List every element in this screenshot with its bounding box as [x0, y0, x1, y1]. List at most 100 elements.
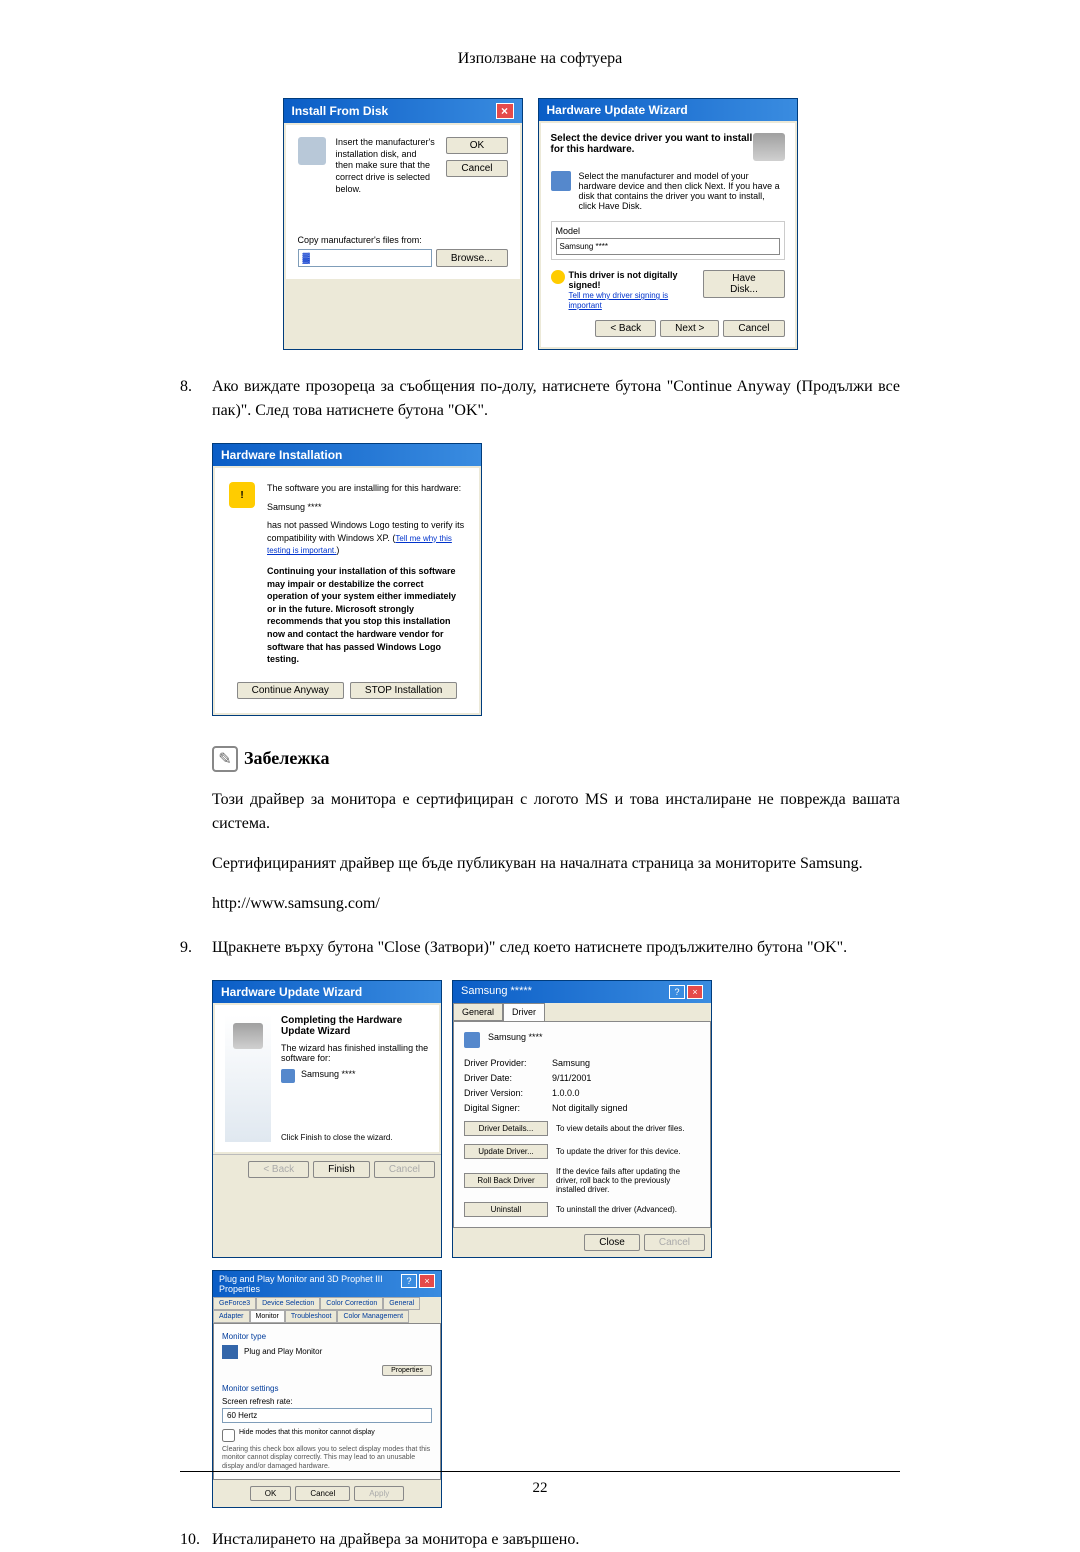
hide-modes-label: Hide modes that this monitor cannot disp…: [239, 1429, 375, 1442]
help-icon[interactable]: ?: [669, 985, 685, 999]
refresh-rate-label: Screen refresh rate:: [222, 1397, 432, 1406]
dialog-titlebar: Hardware Update Wizard: [213, 981, 441, 1003]
back-button[interactable]: < Back: [595, 320, 656, 337]
note-paragraph-1: Този драйвер за монитора е сертифициран …: [212, 788, 900, 836]
monitor-settings-label: Monitor settings: [222, 1384, 432, 1393]
dialog-row-1: Install From Disk × Insert the manufactu…: [180, 98, 900, 350]
device-name: Samsung ****: [488, 1032, 543, 1048]
cancel-button: Cancel: [374, 1161, 435, 1178]
close-button[interactable]: Close: [584, 1234, 640, 1251]
help-icon[interactable]: ?: [401, 1274, 417, 1288]
dialog-row-2: Hardware Update Wizard Completing the Ha…: [212, 980, 900, 1258]
stop-installation-button[interactable]: STOP Installation: [350, 682, 457, 699]
step-text: Щракнете върху бутона "Close (Затвори)" …: [212, 936, 900, 960]
update-driver-button[interactable]: Update Driver...: [464, 1144, 548, 1159]
device-icon: [281, 1069, 295, 1083]
wizard-graphic: [225, 1015, 271, 1142]
install-from-disk-dialog: Install From Disk × Insert the manufactu…: [283, 98, 523, 350]
dialog-title-text: Hardware Update Wizard: [547, 103, 688, 117]
step-number: 9.: [180, 936, 200, 960]
refresh-rate-select[interactable]: 60 Hertz: [222, 1408, 432, 1423]
tab-adapter[interactable]: Adapter: [213, 1310, 250, 1323]
dialog-title-text: Hardware Installation: [221, 448, 342, 462]
tab-color-management[interactable]: Color Management: [337, 1310, 409, 1323]
tell-me-link[interactable]: Tell me why driver signing is important: [569, 291, 669, 310]
click-finish-text: Click Finish to close the wizard.: [281, 1133, 429, 1142]
tab-general[interactable]: General: [383, 1297, 420, 1310]
hardware-update-wizard-dialog: Hardware Update Wizard Select the device…: [538, 98, 798, 350]
close-icon[interactable]: ×: [687, 985, 703, 999]
device-icon: [551, 171, 571, 191]
driver-details-button[interactable]: Driver Details...: [464, 1121, 548, 1136]
step-number: 8.: [180, 375, 200, 423]
uninstall-button[interactable]: Uninstall: [464, 1202, 548, 1217]
back-button: < Back: [248, 1161, 309, 1178]
page-header: Използване на софтуера: [180, 50, 900, 68]
model-label: Model: [556, 226, 780, 236]
note-paragraph-2: Сертифицираният драйвер ще бъде публикув…: [212, 852, 900, 876]
cancel-button[interactable]: Cancel: [446, 160, 507, 177]
tab-monitor[interactable]: Monitor: [250, 1310, 285, 1323]
warning-icon: [551, 270, 565, 284]
dialog-titlebar: Hardware Installation: [213, 444, 481, 466]
disk-icon: [298, 137, 326, 165]
ok-button[interactable]: OK: [446, 137, 507, 154]
provider-label: Driver Provider:: [464, 1058, 544, 1068]
continue-anyway-button[interactable]: Continue Anyway: [237, 682, 344, 699]
page-number: 22: [0, 1480, 1080, 1497]
device-name: Samsung ****: [267, 501, 465, 514]
date-value: 9/11/2001: [552, 1073, 591, 1083]
provider-value: Samsung: [552, 1058, 590, 1068]
warning-text: Continuing your installation of this sof…: [267, 565, 465, 666]
device-name: Samsung ****: [301, 1069, 356, 1083]
step-9: 9. Щракнете върху бутона "Close (Затвори…: [180, 936, 900, 960]
finish-button[interactable]: Finish: [313, 1161, 370, 1178]
next-button[interactable]: Next >: [660, 320, 719, 337]
installing-text: The software you are installing for this…: [267, 482, 465, 495]
rollback-driver-button[interactable]: Roll Back Driver: [464, 1173, 548, 1188]
dialog-titlebar: Plug and Play Monitor and 3D Prophet III…: [213, 1271, 441, 1297]
dialog-titlebar: Install From Disk ×: [284, 99, 522, 123]
copy-from-label: Copy manufacturer's files from:: [298, 235, 508, 245]
date-label: Driver Date:: [464, 1073, 544, 1083]
page-footer: 22: [0, 1471, 1080, 1497]
hide-modes-checkbox[interactable]: [222, 1429, 235, 1442]
step-10: 10. Инсталирането на драйвера за монитор…: [180, 1528, 900, 1552]
exclamation-icon: !: [229, 482, 255, 508]
tab-general[interactable]: General: [453, 1003, 503, 1021]
dialog-title-text: Plug and Play Monitor and 3D Prophet III…: [219, 1274, 401, 1294]
dialog-title-text: Samsung *****: [461, 985, 532, 999]
properties-button[interactable]: Properties: [382, 1365, 432, 1376]
hide-modes-note: Clearing this check box allows you to se…: [222, 1446, 432, 1471]
have-disk-button[interactable]: Have Disk...: [703, 270, 784, 298]
update-desc: To update the driver for this device.: [556, 1147, 700, 1156]
details-desc: To view details about the driver files.: [556, 1124, 700, 1133]
dialog-title-text: Install From Disk: [292, 104, 389, 118]
note-section: ✎ Забележка Този драйвер за монитора е с…: [212, 746, 900, 916]
not-signed-text: This driver is not digitally signed!: [569, 270, 678, 290]
note-icon: ✎: [212, 746, 238, 772]
dialog-title-text: Hardware Update Wizard: [221, 985, 362, 999]
tab-driver[interactable]: Driver: [503, 1003, 545, 1021]
step-8: 8. Ако виждате прозореца за съобщения по…: [180, 375, 900, 423]
tab-color-correction[interactable]: Color Correction: [320, 1297, 383, 1310]
step-number: 10.: [180, 1528, 200, 1552]
browse-button[interactable]: Browse...: [436, 249, 508, 267]
close-icon[interactable]: ×: [419, 1274, 435, 1288]
model-list[interactable]: Samsung ****: [556, 238, 780, 255]
dialog-titlebar: Hardware Update Wizard: [539, 99, 797, 121]
monitor-icon: [222, 1345, 238, 1359]
tab-device-selection[interactable]: Device Selection: [256, 1297, 320, 1310]
tab-geforce[interactable]: GeForce3: [213, 1297, 256, 1310]
close-icon[interactable]: ×: [496, 103, 514, 119]
signer-label: Digital Signer:: [464, 1103, 544, 1113]
complete-heading: Completing the Hardware Update Wizard: [281, 1015, 402, 1037]
signer-value: Not digitally signed: [552, 1103, 628, 1113]
cancel-button: Cancel: [644, 1234, 705, 1251]
hardware-installation-dialog: Hardware Installation ! The software you…: [212, 443, 482, 716]
note-title: Забележка: [244, 748, 330, 769]
tab-troubleshoot[interactable]: Troubleshoot: [285, 1310, 338, 1323]
file-path-input[interactable]: ▓: [298, 249, 432, 267]
cancel-button[interactable]: Cancel: [723, 320, 784, 337]
step-text: Инсталирането на драйвера за монитора е …: [212, 1528, 900, 1552]
